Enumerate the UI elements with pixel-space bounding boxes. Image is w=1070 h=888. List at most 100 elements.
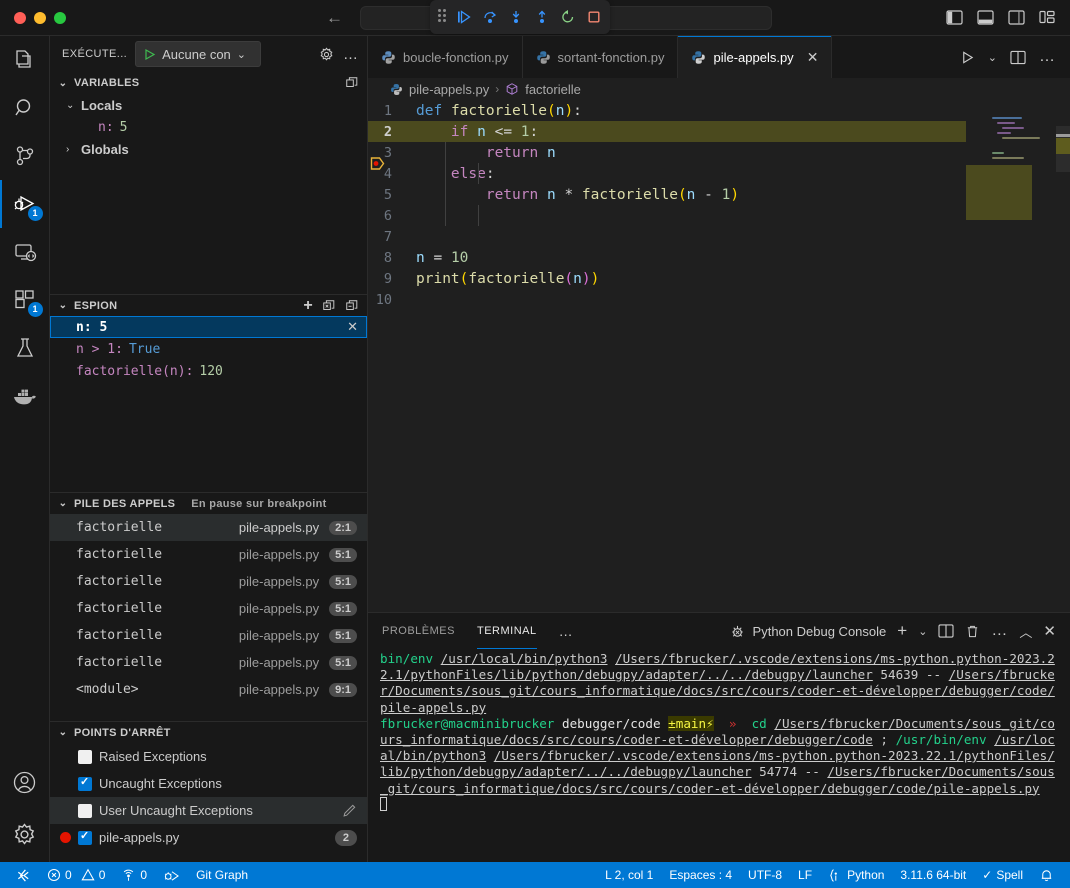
debug-restart-icon[interactable] — [560, 7, 576, 27]
breadcrumb-symbol[interactable]: factorielle — [525, 82, 581, 97]
terminal-tab-entry[interactable]: Python Debug Console — [729, 623, 887, 640]
callstack-section-header[interactable]: ⌄ PILE DES APPELS En pause sur breakpoin… — [50, 492, 367, 514]
callstack-row[interactable]: factorielle pile-appels.py 2:1 — [50, 514, 367, 541]
toggle-secondary-sidebar-icon[interactable] — [1008, 10, 1025, 25]
minimize-window-button[interactable] — [34, 12, 46, 24]
watch-expression-row[interactable]: n > 1: True — [50, 338, 367, 360]
collapse-all-icon[interactable] — [345, 76, 359, 90]
breakpoint-checkbox[interactable] — [78, 750, 92, 764]
breakpoint-checkbox[interactable] — [78, 831, 92, 845]
status-indentation[interactable]: Espaces : 4 — [661, 862, 740, 888]
toggle-primary-sidebar-icon[interactable] — [946, 10, 963, 25]
activity-item-accounts[interactable] — [0, 758, 50, 806]
terminal-output[interactable]: bin/env /usr/local/bin/python3 /Users/fb… — [368, 649, 1070, 862]
activity-item-docker[interactable] — [0, 372, 50, 420]
watch-expression-row[interactable]: factorielle(n): 120 — [50, 360, 367, 382]
callstack-row[interactable]: factorielle pile-appels.py 5:1 — [50, 568, 367, 595]
more-actions-icon[interactable]: … — [343, 46, 359, 63]
watch-section-header[interactable]: ⌄ ESPION + — [50, 294, 367, 316]
activity-item-extensions[interactable]: 1 — [0, 276, 50, 324]
edit-condition-icon[interactable] — [342, 803, 357, 818]
split-terminal-icon[interactable] — [938, 624, 954, 638]
debug-stop-icon[interactable] — [586, 7, 602, 27]
debug-continue-icon[interactable] — [456, 7, 472, 27]
tab-pile-appels[interactable]: pile-appels.py ✕ — [678, 36, 832, 78]
callstack-row[interactable]: factorielle pile-appels.py 5:1 — [50, 649, 367, 676]
status-cursor-position[interactable]: L 2, col 1 — [597, 862, 661, 888]
code-lines-container[interactable]: 1 def factorielle(n): 2 if n <= 1: 3 ret… — [368, 100, 966, 612]
status-language-mode[interactable]: Python — [820, 862, 892, 888]
debug-configuration-select[interactable]: Aucune con ⌄ — [135, 41, 261, 67]
status-spell-checker[interactable]: ✓ Spell — [974, 862, 1031, 888]
go-back-icon[interactable]: ← — [326, 8, 343, 28]
variables-section-header[interactable]: ⌄ VARIABLES — [50, 72, 367, 94]
status-ports[interactable]: 0 — [113, 862, 155, 888]
breakpoint-row[interactable]: Uncaught Exceptions — [50, 770, 367, 797]
tab-sortant-fonction[interactable]: sortant-fonction.py — [523, 36, 679, 78]
collapse-all-icon[interactable] — [345, 299, 359, 313]
run-python-file-icon[interactable] — [960, 50, 975, 65]
status-git-graph[interactable]: Git Graph — [188, 862, 256, 888]
status-remote-indicator[interactable] — [8, 862, 39, 888]
breakpoint-row[interactable]: pile-appels.py 2 — [50, 824, 367, 851]
activity-item-settings[interactable] — [0, 806, 50, 862]
tab-terminal[interactable]: TERMINAL — [477, 613, 537, 649]
kill-terminal-icon[interactable] — [965, 624, 980, 639]
split-editor-icon[interactable] — [1010, 50, 1026, 65]
breadcrumb-file[interactable]: pile-appels.py — [409, 82, 489, 97]
breakpoint-checkbox[interactable] — [78, 777, 92, 791]
status-python-interpreter[interactable]: 3.11.6 64-bit — [892, 862, 974, 888]
drag-handle-icon[interactable] — [438, 9, 446, 25]
status-problems[interactable]: 0 0 — [39, 862, 113, 888]
activity-item-testing[interactable] — [0, 324, 50, 372]
callstack-row[interactable]: factorielle pile-appels.py 5:1 — [50, 595, 367, 622]
status-debug-indicator[interactable] — [155, 862, 188, 888]
tab-boucle-fonction[interactable]: boucle-fonction.py — [368, 36, 523, 78]
gear-icon[interactable] — [319, 47, 334, 62]
maximize-panel-icon[interactable]: ︿ — [1019, 622, 1032, 641]
tab-problemes[interactable]: PROBLÈMES — [382, 613, 455, 649]
status-encoding[interactable]: UTF-8 — [740, 862, 790, 888]
chevron-down-icon[interactable]: ⌄ — [918, 625, 927, 638]
breakpoint-arrow-icon[interactable] — [370, 121, 386, 142]
code-editor[interactable]: 1 def factorielle(n): 2 if n <= 1: 3 ret… — [368, 100, 1070, 612]
close-panel-icon[interactable]: ✕ — [1043, 622, 1056, 640]
variable-scope-locals[interactable]: ⌄ Locals — [50, 94, 367, 116]
debug-step-into-icon[interactable] — [508, 7, 524, 27]
panel-more-actions-icon[interactable]: … — [991, 622, 1008, 640]
callstack-row[interactable]: <module> pile-appels.py 9:1 — [50, 676, 367, 703]
toggle-panel-icon[interactable] — [977, 10, 994, 25]
variable-row[interactable]: n: 5 — [50, 116, 367, 138]
breakpoint-row[interactable]: Raised Exceptions — [50, 743, 367, 770]
activity-item-source-control[interactable] — [0, 132, 50, 180]
more-actions-icon[interactable]: … — [1039, 48, 1056, 66]
minimap[interactable] — [966, 100, 1070, 612]
chevron-down-icon[interactable]: ⌄ — [988, 51, 997, 64]
callstack-row[interactable]: factorielle pile-appels.py 5:1 — [50, 622, 367, 649]
watch-expression-row[interactable]: n: 5 ✕ — [50, 316, 367, 338]
close-window-button[interactable] — [14, 12, 26, 24]
maximize-window-button[interactable] — [54, 12, 66, 24]
window-controls[interactable] — [0, 12, 66, 24]
status-eol[interactable]: LF — [790, 862, 820, 888]
debug-step-over-icon[interactable] — [482, 7, 498, 27]
add-expression-icon[interactable]: + — [303, 297, 313, 315]
debug-step-out-icon[interactable] — [534, 7, 550, 27]
activity-item-run-and-debug[interactable]: 1 — [0, 180, 50, 228]
breakpoint-row[interactable]: User Uncaught Exceptions — [50, 797, 367, 824]
variable-scope-globals[interactable]: › Globals — [50, 138, 367, 160]
remove-expression-icon[interactable]: ✕ — [347, 319, 358, 335]
status-notifications[interactable] — [1031, 862, 1062, 888]
activity-item-explorer[interactable] — [0, 36, 50, 84]
activity-item-remote-explorer[interactable] — [0, 228, 50, 276]
breadcrumb[interactable]: pile-appels.py › factorielle — [368, 78, 1070, 100]
close-tab-icon[interactable]: ✕ — [807, 49, 819, 66]
activity-item-search[interactable] — [0, 84, 50, 132]
panel-more-tabs-icon[interactable]: … — [559, 623, 574, 639]
breakpoint-checkbox[interactable] — [78, 804, 92, 818]
new-terminal-icon[interactable]: + — [897, 621, 907, 641]
remove-all-expressions-icon[interactable] — [322, 299, 336, 313]
customize-layout-icon[interactable] — [1039, 10, 1056, 25]
breakpoints-section-header[interactable]: ⌄ POINTS D'ARRÊT — [50, 721, 367, 743]
callstack-row[interactable]: factorielle pile-appels.py 5:1 — [50, 541, 367, 568]
